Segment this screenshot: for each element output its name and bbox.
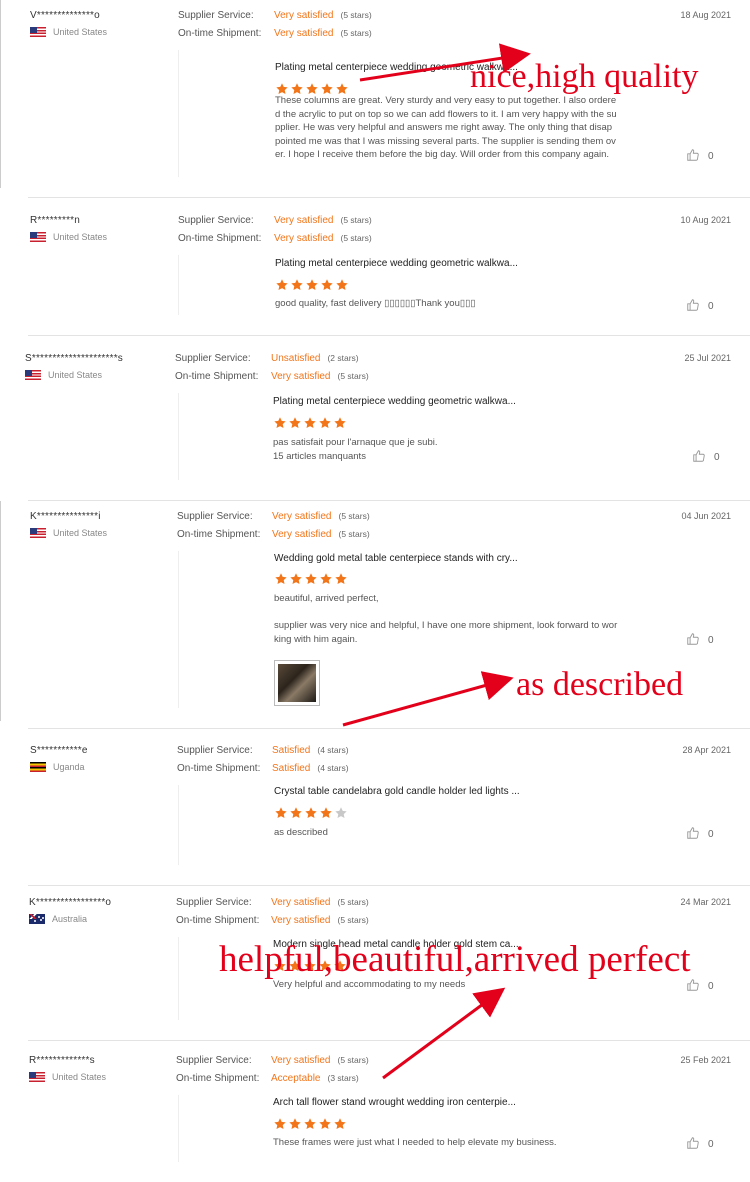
arrow-2 [342, 671, 514, 727]
annotation-arrows [342, 43, 531, 1080]
arrow-3 [382, 987, 506, 1080]
arrow-1 [359, 43, 531, 82]
